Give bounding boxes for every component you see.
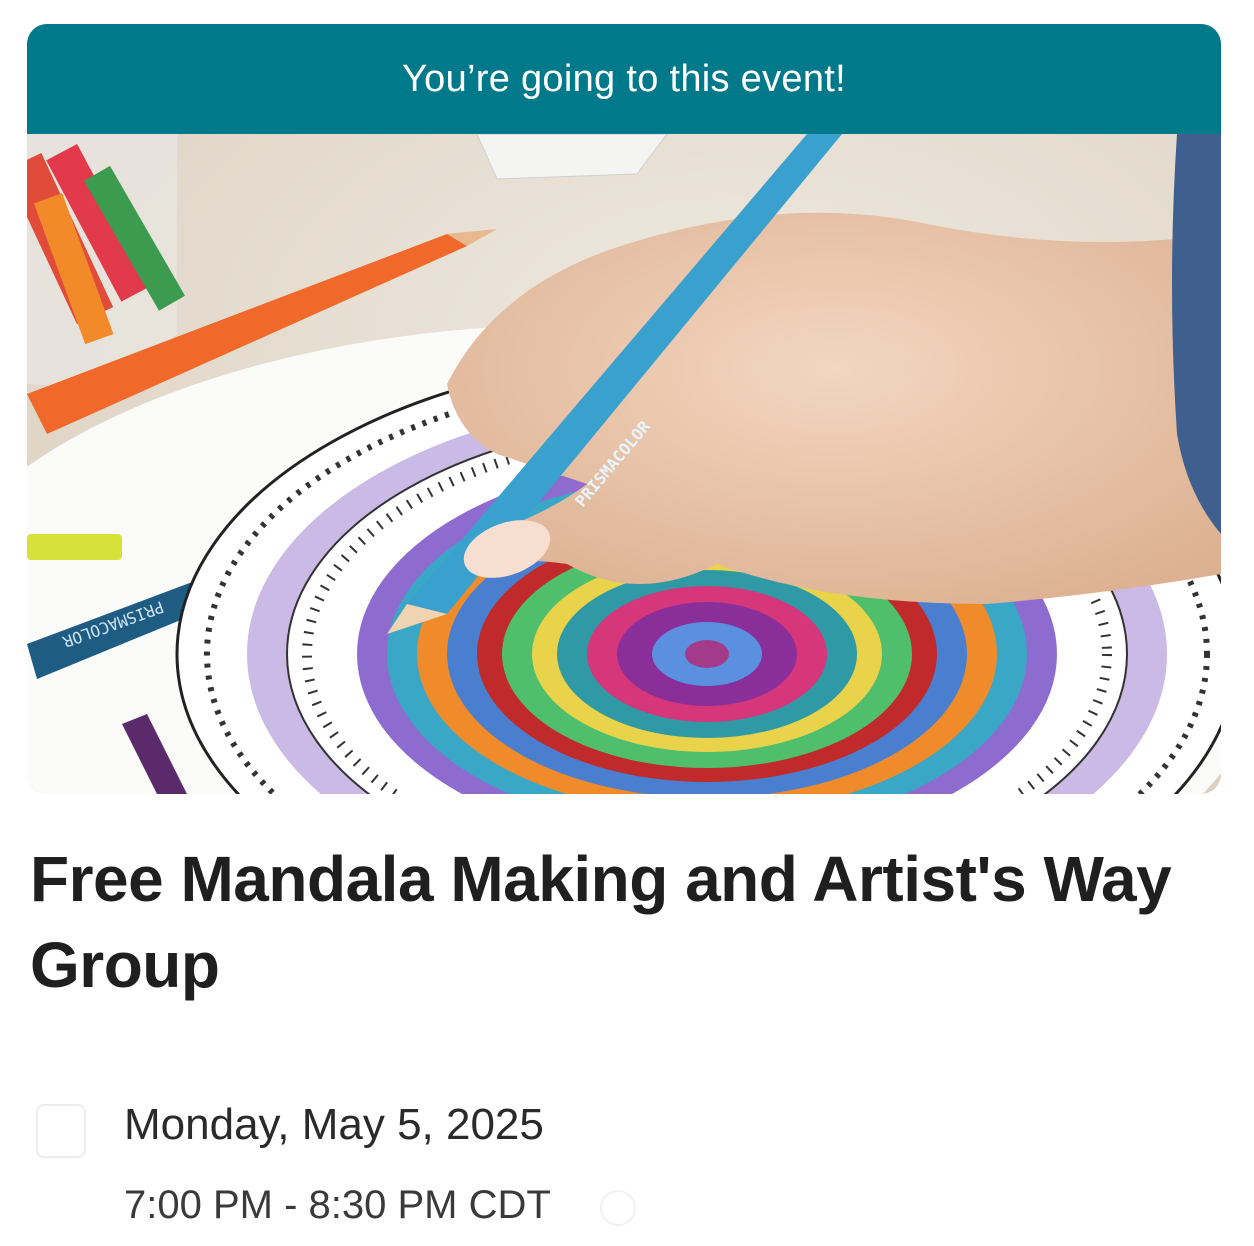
share-icon[interactable] — [600, 1190, 636, 1226]
event-time: 7:00 PM - 8:30 PM CDT — [124, 1183, 551, 1227]
rsvp-banner: You’re going to this event! — [27, 24, 1221, 134]
event-date: Monday, May 5, 2025 — [124, 1100, 544, 1149]
event-cover-image: PRISMACOLOR PRISMACOLOR — [27, 134, 1221, 794]
event-header-card: You’re going to this event! PRISMACOLOR … — [27, 24, 1221, 794]
calendar-icon — [36, 1104, 86, 1158]
rsvp-banner-text: You’re going to this event! — [401, 57, 846, 100]
event-title: Free Mandala Making and Artist's Way Gro… — [30, 843, 1172, 1001]
